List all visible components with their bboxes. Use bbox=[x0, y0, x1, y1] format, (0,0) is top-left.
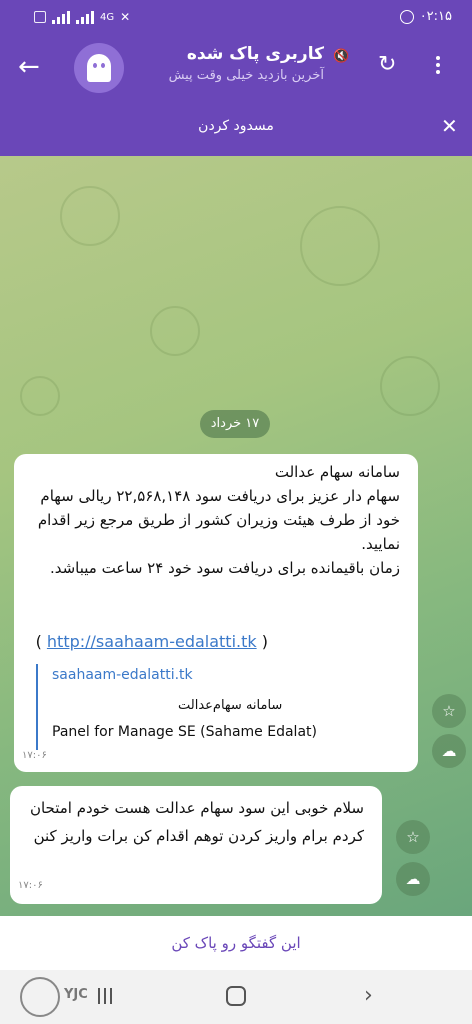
status-left: 4G ✕ bbox=[34, 10, 130, 24]
more-vertical-icon[interactable] bbox=[436, 56, 440, 77]
system-navbar: YJC › bbox=[0, 970, 472, 1024]
link-paren-close: ) bbox=[261, 632, 268, 651]
signal-icon-2 bbox=[76, 10, 94, 24]
chat-title: کاربری پاک شده bbox=[186, 44, 324, 64]
watermark-text: YJC bbox=[64, 987, 88, 1002]
watermark-logo-icon bbox=[20, 977, 60, 1017]
chat-title-block[interactable]: کاربری پاک شده آخرین بازدید خیلی وقت پیش bbox=[169, 44, 324, 83]
cloud-icon[interactable]: ☁ bbox=[432, 734, 466, 768]
block-banner: مسدود کردن ✕ bbox=[0, 100, 472, 156]
avatar[interactable] bbox=[74, 43, 124, 93]
message-link[interactable]: http://saahaam-edalatti.tk bbox=[47, 632, 257, 651]
wallpaper-doodle bbox=[60, 186, 120, 246]
message-text: سامانه سهام عدالت سهام دار عزیز برای دری… bbox=[37, 463, 400, 577]
preview-title: سامانه سهام‌عدالت bbox=[178, 698, 283, 713]
block-button[interactable]: مسدود کردن bbox=[0, 118, 472, 134]
message-bubble[interactable]: سلام خوبی این سود سهام عدالت هست خودم ام… bbox=[10, 786, 382, 904]
wallpaper-doodle bbox=[300, 206, 380, 286]
star-icon[interactable]: ☆ bbox=[396, 820, 430, 854]
wallpaper-doodle bbox=[150, 306, 200, 356]
preview-site: saahaam-edalatti.tk bbox=[52, 667, 193, 683]
notification-icon bbox=[34, 11, 46, 23]
link-paren-open: ( bbox=[35, 632, 42, 651]
battery-icon bbox=[399, 9, 414, 24]
date-separator: ۱۷ خرداد bbox=[200, 410, 270, 438]
message-bubble[interactable]: سامانه سهام عدالت سهام دار عزیز برای دری… bbox=[14, 454, 418, 772]
mute-icon: ✕ bbox=[120, 10, 131, 24]
close-icon[interactable]: ✕ bbox=[441, 114, 458, 138]
ghost-icon bbox=[87, 54, 111, 82]
home-icon[interactable] bbox=[226, 986, 246, 1006]
cloud-icon[interactable]: ☁ bbox=[396, 862, 430, 896]
status-bar: 4G ✕ ۰۲:۱۵ bbox=[0, 0, 472, 36]
chevron-right-icon[interactable]: › bbox=[364, 983, 373, 1008]
refresh-icon[interactable]: ↻ bbox=[378, 54, 396, 76]
preview-description: Panel for Manage SE (Sahame Edalat) bbox=[52, 724, 317, 740]
recent-apps-icon[interactable] bbox=[98, 988, 112, 1004]
wallpaper-doodle bbox=[20, 376, 60, 416]
arrow-left-icon[interactable]: ← bbox=[18, 54, 40, 80]
watermark: YJC bbox=[20, 975, 96, 1019]
network-type: 4G bbox=[100, 11, 115, 23]
muted-icon: 🔇 bbox=[333, 49, 350, 64]
star-icon[interactable]: ☆ bbox=[432, 694, 466, 728]
delete-chat-bar: این گفتگو رو پاک کن bbox=[0, 916, 472, 970]
signal-icon bbox=[52, 10, 70, 24]
message-time: ۱۷:۰۶ bbox=[18, 880, 43, 891]
status-right: ۰۲:۱۵ bbox=[399, 9, 452, 24]
message-time: ۱۷:۰۶ bbox=[22, 750, 47, 761]
message-text: سلام خوبی این سود سهام عدالت هست خودم ام… bbox=[29, 799, 364, 845]
chat-header: ← 🔇 کاربری پاک شده آخرین بازدید خیلی وقت… bbox=[0, 36, 472, 100]
link-preview[interactable]: saahaam-edalatti.tk سامانه سهام‌عدالت Pa… bbox=[36, 664, 366, 750]
clock: ۰۲:۱۵ bbox=[419, 9, 452, 24]
delete-chat-button[interactable]: این گفتگو رو پاک کن bbox=[171, 934, 300, 952]
chat-area[interactable]: ۱۷ خرداد سامانه سهام عدالت سهام دار عزیز… bbox=[0, 156, 472, 916]
message-link-line: ( http://saahaam-edalatti.tk ) bbox=[36, 632, 268, 651]
wallpaper-doodle bbox=[380, 356, 440, 416]
last-seen: آخرین بازدید خیلی وقت پیش bbox=[168, 68, 324, 83]
